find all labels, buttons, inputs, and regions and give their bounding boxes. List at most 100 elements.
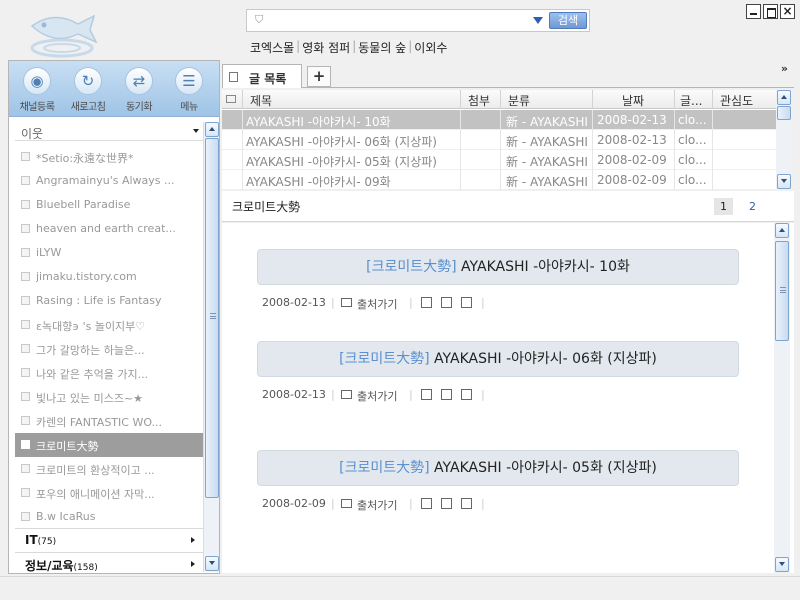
- scrollbar-thumb[interactable]: [777, 106, 791, 120]
- scrollbar-thumb[interactable]: [775, 241, 789, 341]
- feed-item[interactable]: 나와 같은 추억을 가지...: [15, 361, 203, 385]
- close-button[interactable]: ×: [780, 4, 795, 19]
- quick-link[interactable]: 이외수: [414, 39, 447, 55]
- post-title-link[interactable]: [크로미트大勢] AYAKASHI -아야카시- 05화 (지상파): [257, 450, 739, 486]
- feed-item[interactable]: 빛나고 있는 미스즈~★: [15, 385, 203, 409]
- table-scrollbar[interactable]: [776, 90, 792, 190]
- print-icon[interactable]: [461, 498, 472, 509]
- sidebar-scrollbar[interactable]: [203, 122, 219, 572]
- column-header-interest[interactable]: 관심도: [720, 92, 753, 109]
- document-icon[interactable]: [441, 389, 452, 400]
- scroll-down-arrow-icon[interactable]: [775, 557, 789, 572]
- feed-item[interactable]: jimaku.tistory.com: [15, 265, 203, 289]
- table-row[interactable]: AYAKASHI -아야카시- 06화 (지상파) 新 - AYAKASHI 200…: [222, 130, 776, 150]
- tab-post-list[interactable]: 글 목록: [222, 64, 302, 88]
- sync-button[interactable]: ⇄ 동기화: [117, 67, 161, 113]
- scroll-up-arrow-icon[interactable]: [777, 90, 791, 105]
- feed-checkbox[interactable]: [21, 296, 30, 305]
- go-to-source-link[interactable]: 출처가기: [357, 296, 397, 312]
- feed-checkbox[interactable]: [21, 368, 30, 377]
- feed-checkbox[interactable]: [21, 272, 30, 281]
- document-icon[interactable]: [441, 297, 452, 308]
- feed-checkbox[interactable]: [21, 176, 30, 185]
- search-input[interactable]: [271, 11, 521, 30]
- feed-item[interactable]: Bluebell Paradise: [15, 193, 203, 217]
- post-title-link[interactable]: [크로미트大勢] AYAKASHI -아야카시- 06화 (지상파): [257, 341, 739, 377]
- go-to-source-link[interactable]: 출처가기: [357, 497, 397, 513]
- category-info-education[interactable]: 정보/교육(158): [15, 552, 203, 576]
- feed-item[interactable]: *Setio:永遠な世界*: [15, 145, 203, 169]
- sync-icon: ⇄: [125, 67, 153, 95]
- document-icon: [229, 72, 238, 82]
- feed-checkbox[interactable]: [21, 416, 30, 425]
- caret-down-icon[interactable]: [193, 129, 199, 133]
- quick-links: 코엑스몰 | 영화 점퍼 | 동물의 숲 | 이외수: [250, 39, 448, 55]
- feed-checkbox[interactable]: [21, 224, 30, 233]
- add-tab-button[interactable]: +: [307, 66, 331, 87]
- column-header-title[interactable]: 제목: [250, 92, 272, 109]
- feed-checkbox[interactable]: [21, 200, 30, 209]
- feed-item[interactable]: Rasing : Life is Fantasy: [15, 289, 203, 313]
- feed-checkbox[interactable]: [21, 464, 30, 473]
- page-link-1[interactable]: 1: [714, 198, 733, 215]
- feed-item[interactable]: 그가 갈망하는 하늘은...: [15, 337, 203, 361]
- column-header-category[interactable]: 분류: [508, 92, 530, 109]
- feed-item[interactable]: 카렌의 FANTASTIC WO...: [15, 409, 203, 433]
- column-header-writer[interactable]: 글...: [680, 92, 702, 109]
- feed-checkbox[interactable]: [21, 152, 30, 161]
- table-row[interactable]: AYAKASHI -아야카시- 09화 新 - AYAKASHI 2008-02-0…: [222, 170, 776, 190]
- feed-item-label: *Setio:永遠な世界*: [36, 152, 134, 165]
- search-button[interactable]: 검색: [549, 12, 587, 29]
- refresh-button[interactable]: ↻ 새로고침: [66, 67, 110, 113]
- filter-icon[interactable]: ⛉: [255, 13, 263, 27]
- tab-overflow-icon[interactable]: »: [781, 62, 788, 75]
- minimize-button[interactable]: [746, 4, 761, 19]
- document-icon[interactable]: [441, 498, 452, 509]
- category-it[interactable]: IT(75): [15, 528, 203, 552]
- quick-link[interactable]: 코엑스몰: [250, 39, 294, 55]
- neighbor-section-header[interactable]: 이웃: [15, 123, 203, 141]
- post-title: AYAKASHI -아야카시- 05화 (지상파): [434, 460, 657, 476]
- scroll-up-arrow-icon[interactable]: [775, 223, 789, 238]
- feed-item[interactable]: B.w IcaRus: [15, 505, 203, 529]
- reader-scrollbar[interactable]: [774, 223, 790, 573]
- feed-item[interactable]: 포우의 애니메이션 자막...: [15, 481, 203, 505]
- go-to-source-link[interactable]: 출처가기: [357, 388, 397, 404]
- feed-item[interactable]: 크로미트大勢: [15, 433, 203, 457]
- mail-icon[interactable]: [226, 95, 236, 103]
- edit-icon[interactable]: [421, 297, 432, 308]
- maximize-button[interactable]: [763, 4, 778, 19]
- edit-icon[interactable]: [421, 498, 432, 509]
- feed-item[interactable]: Angramainyu's Always ...: [15, 169, 203, 193]
- scroll-down-arrow-icon[interactable]: [777, 174, 791, 189]
- quick-link[interactable]: 영화 점퍼: [302, 39, 350, 55]
- scrollbar-thumb[interactable]: [205, 138, 219, 498]
- feed-item[interactable]: ε녹대향϶ 's 놀이지부♡: [15, 313, 203, 337]
- chevron-down-icon[interactable]: [533, 17, 543, 24]
- page-link-2[interactable]: 2: [749, 198, 756, 215]
- post-title-link[interactable]: [크로미트大勢] AYAKASHI -아야카시- 10화: [257, 249, 739, 285]
- column-header-attach[interactable]: 첨부: [468, 92, 490, 109]
- feed-checkbox[interactable]: [21, 248, 30, 257]
- feed-checkbox[interactable]: [21, 344, 30, 353]
- feed-checkbox[interactable]: [21, 392, 30, 401]
- scroll-up-arrow-icon[interactable]: [205, 122, 219, 137]
- feed-checkbox[interactable]: [21, 440, 30, 449]
- print-icon[interactable]: [461, 389, 472, 400]
- column-header-date[interactable]: 날짜: [622, 92, 644, 109]
- feed-item[interactable]: iLYW: [15, 241, 203, 265]
- edit-icon[interactable]: [421, 389, 432, 400]
- menu-button[interactable]: ☰ 메뉴: [167, 67, 211, 113]
- quick-link[interactable]: 동물의 숲: [358, 39, 406, 55]
- table-row[interactable]: AYAKASHI -아야카시- 05화 (지상파) 新 - AYAKASHI 200…: [222, 150, 776, 170]
- feed-item[interactable]: heaven and earth creat...: [15, 217, 203, 241]
- register-channel-button[interactable]: ◉ 채널등록: [15, 67, 59, 113]
- feed-checkbox[interactable]: [21, 320, 30, 329]
- table-row[interactable]: AYAKASHI -아야카시- 10화 新 - AYAKASHI 2008-02-1…: [222, 110, 776, 130]
- reader-body: [크로미트大勢] AYAKASHI -아야카시- 10화 2008-02-13 | 출…: [222, 223, 794, 573]
- scroll-down-arrow-icon[interactable]: [205, 556, 219, 571]
- feed-checkbox[interactable]: [21, 488, 30, 497]
- feed-checkbox[interactable]: [21, 512, 30, 521]
- feed-item[interactable]: 크로미트의 환상적이고 ...: [15, 457, 203, 481]
- print-icon[interactable]: [461, 297, 472, 308]
